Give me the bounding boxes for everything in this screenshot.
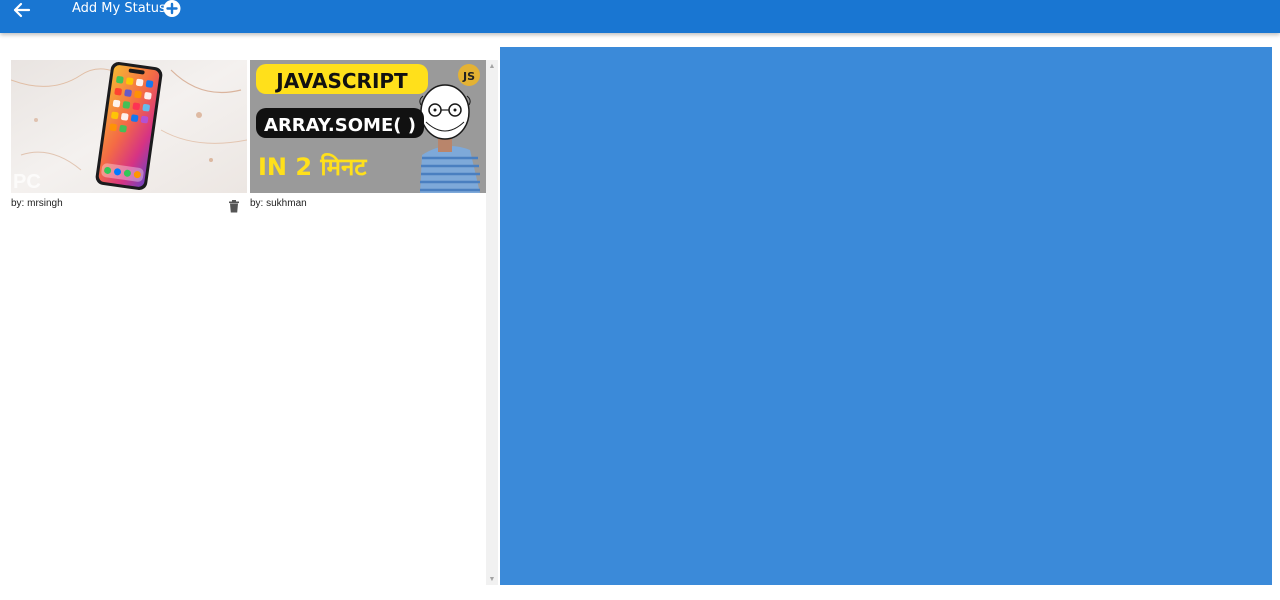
status-thumbnail[interactable]: JAVASCRIPT ARRAY.SOME( ) IN 2 मिनट JS: [250, 60, 486, 193]
thumb-line-1: JAVASCRIPT: [274, 69, 408, 93]
arrow-left-icon: [13, 2, 31, 18]
status-card[interactable]: PC by: mrsingh: [11, 60, 247, 213]
list-scrollbar[interactable]: ▲ ▼: [486, 60, 498, 585]
status-author: by: sukhman: [250, 198, 307, 209]
thumb-line-3: IN 2 मिनट: [258, 153, 367, 181]
status-viewer: [500, 47, 1272, 585]
plus-circle-icon: [163, 0, 181, 17]
status-list: PC by: mrsingh JAVASCRIPT ARRAY.SOME() …: [0, 60, 486, 585]
page-title: Add My Status: [72, 1, 166, 16]
add-status-button[interactable]: [163, 0, 181, 17]
status-thumbnail[interactable]: PC: [11, 60, 247, 193]
app-bar: Add My Status: [0, 0, 1280, 33]
thumb-line-2: ARRAY.SOME( ): [264, 115, 416, 136]
js-badge: JS: [462, 70, 475, 83]
scroll-down-arrow[interactable]: ▼: [486, 573, 498, 585]
back-button[interactable]: [10, 0, 34, 20]
scroll-up-arrow[interactable]: ▲: [486, 60, 498, 72]
status-card[interactable]: JAVASCRIPT ARRAY.SOME( ) IN 2 मिनट JS by…: [250, 60, 486, 212]
status-author: by: mrsingh: [11, 198, 63, 209]
delete-icon[interactable]: [228, 200, 240, 213]
pc-watermark: PC: [13, 171, 41, 193]
